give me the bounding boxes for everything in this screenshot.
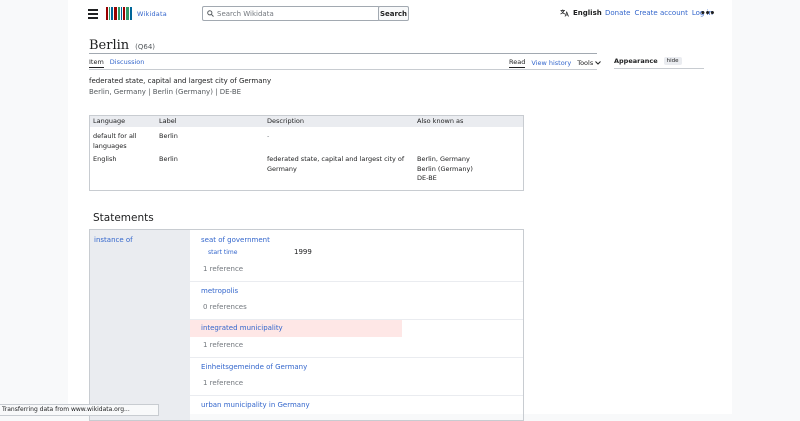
- view-tabs: Read View history Tools: [509, 58, 602, 68]
- references-toggle[interactable]: 1 reference: [203, 265, 243, 273]
- statements-heading: Statements: [93, 212, 154, 224]
- row-language: English: [93, 155, 117, 163]
- entity-aliases: Berlin, Germany | Berlin (Germany) | DE-…: [89, 88, 242, 96]
- tabs-divider: [89, 69, 597, 70]
- wikidata-logo[interactable]: Wikidata: [106, 7, 167, 20]
- language-selector[interactable]: English: [560, 9, 602, 17]
- column-header-label: Label: [159, 117, 177, 125]
- row-description: federated state, capital and largest cit…: [267, 155, 405, 173]
- tab-view-history[interactable]: View history: [531, 59, 571, 67]
- qualifier-value: 1999: [294, 248, 312, 256]
- wikidata-wordmark: Wikidata: [137, 9, 167, 18]
- row-alias: Berlin, Germany: [417, 155, 470, 163]
- chevron-down-icon: [595, 61, 602, 65]
- tab-tools[interactable]: Tools: [577, 59, 602, 67]
- title-divider: [89, 53, 597, 54]
- value-link[interactable]: seat of government: [201, 236, 270, 244]
- tab-discussion[interactable]: Discussion: [110, 58, 145, 68]
- appearance-label: Appearance: [614, 57, 658, 65]
- property-instance-of-link[interactable]: instance of: [94, 236, 133, 244]
- statement-value: Einheitsgemeinde of Germany 1 reference: [190, 358, 523, 396]
- donate-link[interactable]: Donate: [605, 9, 630, 17]
- language-label: English: [573, 9, 602, 17]
- value-link[interactable]: urban municipality in Germany: [201, 401, 310, 409]
- statement-group: instance of seat of government start tim…: [89, 229, 524, 421]
- appearance-panel-header: Appearance hide: [614, 57, 704, 65]
- tools-label: Tools: [577, 59, 594, 67]
- browser-status-bar: Transferring data from www.wikidata.org.…: [0, 404, 159, 416]
- row-language: default for all languages: [93, 132, 137, 150]
- search-button[interactable]: Search: [378, 6, 409, 21]
- value-link[interactable]: integrated municipality: [201, 324, 283, 332]
- tab-item[interactable]: Item: [89, 58, 104, 68]
- create-account-link[interactable]: Create account: [634, 9, 687, 17]
- row-label: Berlin: [159, 155, 178, 163]
- statement-value: metropolis 0 references: [190, 282, 523, 320]
- references-toggle[interactable]: 0 references: [203, 303, 247, 311]
- row-alias: Berlin (Germany): [417, 164, 473, 173]
- entity-description: federated state, capital and largest cit…: [89, 77, 272, 85]
- page-title: Berlin (Q64): [89, 38, 155, 53]
- column-header-description: Description: [267, 117, 305, 125]
- qualifier-property-link[interactable]: start time: [208, 249, 237, 256]
- search-icon: [207, 10, 214, 17]
- value-link[interactable]: Einheitsgemeinde of Germany: [201, 363, 307, 371]
- more-options-icon[interactable]: •••: [700, 9, 715, 19]
- value-link[interactable]: metropolis: [201, 287, 238, 295]
- column-header-language: Language: [93, 117, 126, 125]
- entity-id: (Q64): [135, 43, 156, 51]
- references-toggle[interactable]: 1 reference: [203, 379, 243, 387]
- hide-appearance-button[interactable]: hide: [663, 57, 682, 65]
- statement-value: integrated municipality 1 reference: [190, 320, 523, 358]
- statement-value: urban municipality in Germany: [190, 396, 523, 420]
- tab-read[interactable]: Read: [509, 58, 526, 68]
- wikidata-barcode-icon: [106, 7, 132, 20]
- language-icon: [560, 9, 569, 17]
- column-header-aliases: Also known as: [417, 117, 464, 125]
- row-alias: DE-BE: [417, 174, 437, 182]
- main-menu-icon[interactable]: [88, 9, 98, 19]
- statement-value: seat of government start time 1999 1 ref…: [190, 230, 523, 282]
- appearance-divider: [614, 68, 704, 69]
- row-label: Berlin: [159, 132, 178, 140]
- personal-tools: Donate Create account Log in: [605, 9, 713, 17]
- row-description: -: [267, 132, 270, 140]
- entity-label: Berlin: [89, 38, 130, 53]
- terms-table-header: Language Label Description Also known as: [90, 116, 523, 127]
- terms-table: Language Label Description Also known as…: [89, 115, 524, 191]
- namespace-tabs: Item Discussion: [89, 58, 144, 68]
- property-cell: instance of: [90, 230, 190, 420]
- search-input[interactable]: [217, 9, 367, 18]
- search-box[interactable]: [202, 6, 380, 21]
- references-toggle[interactable]: 1 reference: [203, 341, 243, 349]
